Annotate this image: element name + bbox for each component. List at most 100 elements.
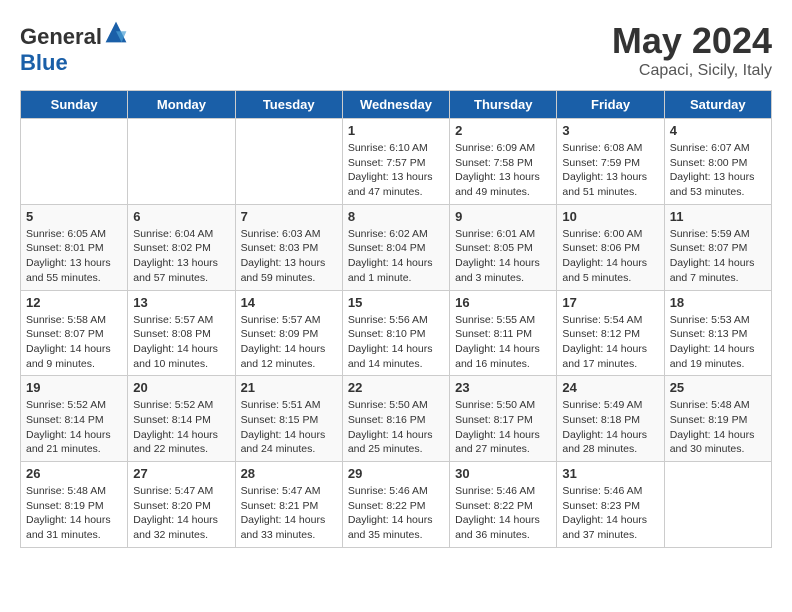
calendar-week-row: 1 Sunrise: 6:10 AMSunset: 7:57 PMDaylight… bbox=[21, 119, 772, 205]
calendar-week-row: 12Sunrise: 5:58 AMSunset: 8:07 PMDayligh… bbox=[21, 290, 772, 376]
calendar-cell: 4 Sunrise: 6:07 AMSunset: 8:00 PMDaylight… bbox=[664, 119, 771, 205]
calendar-cell: 10Sunrise: 6:00 AMSunset: 8:06 PMDayligh… bbox=[557, 204, 664, 290]
calendar-week-row: 26 Sunrise: 5:48 AMSunset: 8:19 PMDayligh… bbox=[21, 462, 772, 548]
day-info: Sunrise: 5:46 AMSunset: 8:23 PMDaylight:… bbox=[562, 484, 658, 543]
day-number: 30 bbox=[455, 466, 551, 481]
calendar-cell: 3 Sunrise: 6:08 AMSunset: 7:59 PMDaylight… bbox=[557, 119, 664, 205]
day-number: 6 bbox=[133, 209, 229, 224]
day-info: Sunrise: 6:05 AMSunset: 8:01 PMDaylight:… bbox=[26, 227, 122, 286]
calendar-cell: 15 Sunrise: 5:56 AMSunset: 8:10 PMDayligh… bbox=[342, 290, 449, 376]
day-info: Sunrise: 5:59 AMSunset: 8:07 PMDaylight:… bbox=[670, 227, 766, 286]
day-info: Sunrise: 5:50 AMSunset: 8:16 PMDaylight:… bbox=[348, 398, 444, 457]
calendar-cell: 6 Sunrise: 6:04 AMSunset: 8:02 PMDaylight… bbox=[128, 204, 235, 290]
calendar-cell: 28 Sunrise: 5:47 AMSunset: 8:21 PMDayligh… bbox=[235, 462, 342, 548]
location-title: Capaci, Sicily, Italy bbox=[612, 62, 772, 80]
calendar-cell: 13 Sunrise: 5:57 AMSunset: 8:08 PMDayligh… bbox=[128, 290, 235, 376]
day-info: Sunrise: 6:08 AMSunset: 7:59 PMDaylight:… bbox=[562, 141, 658, 200]
day-number: 9 bbox=[455, 209, 551, 224]
day-info: Sunrise: 6:07 AMSunset: 8:00 PMDaylight:… bbox=[670, 141, 766, 200]
calendar-cell: 27Sunrise: 5:47 AMSunset: 8:20 PMDayligh… bbox=[128, 462, 235, 548]
calendar-cell: 24 Sunrise: 5:49 AMSunset: 8:18 PMDayligh… bbox=[557, 376, 664, 462]
day-info: Sunrise: 5:46 AMSunset: 8:22 PMDaylight:… bbox=[455, 484, 551, 543]
calendar-cell bbox=[235, 119, 342, 205]
weekday-header: Saturday bbox=[664, 91, 771, 119]
day-number: 14 bbox=[241, 295, 337, 310]
calendar-cell: 5 Sunrise: 6:05 AMSunset: 8:01 PMDaylight… bbox=[21, 204, 128, 290]
calendar-cell: 20Sunrise: 5:52 AMSunset: 8:14 PMDayligh… bbox=[128, 376, 235, 462]
day-number: 27 bbox=[133, 466, 229, 481]
day-number: 31 bbox=[562, 466, 658, 481]
day-info: Sunrise: 5:53 AMSunset: 8:13 PMDaylight:… bbox=[670, 313, 766, 372]
header: General Blue May 2024 Capaci, Sicily, It… bbox=[20, 20, 772, 80]
calendar-cell: 30 Sunrise: 5:46 AMSunset: 8:22 PMDayligh… bbox=[450, 462, 557, 548]
calendar-cell: 2Sunrise: 6:09 AMSunset: 7:58 PMDaylight… bbox=[450, 119, 557, 205]
day-number: 4 bbox=[670, 123, 766, 138]
calendar-cell: 31 Sunrise: 5:46 AMSunset: 8:23 PMDayligh… bbox=[557, 462, 664, 548]
day-info: Sunrise: 6:10 AMSunset: 7:57 PMDaylight:… bbox=[348, 141, 444, 200]
calendar-cell: 9 Sunrise: 6:01 AMSunset: 8:05 PMDaylight… bbox=[450, 204, 557, 290]
day-number: 1 bbox=[348, 123, 444, 138]
day-number: 28 bbox=[241, 466, 337, 481]
day-number: 19 bbox=[26, 380, 122, 395]
day-info: Sunrise: 5:48 AMSunset: 8:19 PMDaylight:… bbox=[26, 484, 122, 543]
day-info: Sunrise: 5:47 AMSunset: 8:21 PMDaylight:… bbox=[241, 484, 337, 543]
day-number: 21 bbox=[241, 380, 337, 395]
day-number: 20 bbox=[133, 380, 229, 395]
calendar-cell: 16Sunrise: 5:55 AMSunset: 8:11 PMDayligh… bbox=[450, 290, 557, 376]
day-number: 5 bbox=[26, 209, 122, 224]
day-number: 26 bbox=[26, 466, 122, 481]
weekday-header-row: SundayMondayTuesdayWednesdayThursdayFrid… bbox=[21, 91, 772, 119]
day-number: 13 bbox=[133, 295, 229, 310]
day-info: Sunrise: 5:49 AMSunset: 8:18 PMDaylight:… bbox=[562, 398, 658, 457]
calendar-cell: 23Sunrise: 5:50 AMSunset: 8:17 PMDayligh… bbox=[450, 376, 557, 462]
day-info: Sunrise: 6:03 AMSunset: 8:03 PMDaylight:… bbox=[241, 227, 337, 286]
calendar-cell bbox=[21, 119, 128, 205]
day-info: Sunrise: 6:01 AMSunset: 8:05 PMDaylight:… bbox=[455, 227, 551, 286]
day-info: Sunrise: 5:52 AMSunset: 8:14 PMDaylight:… bbox=[26, 398, 122, 457]
calendar-cell: 8Sunrise: 6:02 AMSunset: 8:04 PMDaylight… bbox=[342, 204, 449, 290]
day-info: Sunrise: 5:51 AMSunset: 8:15 PMDaylight:… bbox=[241, 398, 337, 457]
calendar-cell: 1 Sunrise: 6:10 AMSunset: 7:57 PMDaylight… bbox=[342, 119, 449, 205]
logo-general: General bbox=[20, 24, 102, 49]
calendar-cell: 14 Sunrise: 5:57 AMSunset: 8:09 PMDayligh… bbox=[235, 290, 342, 376]
day-number: 2 bbox=[455, 123, 551, 138]
day-number: 22 bbox=[348, 380, 444, 395]
day-number: 3 bbox=[562, 123, 658, 138]
day-number: 16 bbox=[455, 295, 551, 310]
weekday-header: Tuesday bbox=[235, 91, 342, 119]
day-number: 8 bbox=[348, 209, 444, 224]
day-info: Sunrise: 5:57 AMSunset: 8:09 PMDaylight:… bbox=[241, 313, 337, 372]
month-title: May 2024 bbox=[612, 20, 772, 62]
day-info: Sunrise: 5:56 AMSunset: 8:10 PMDaylight:… bbox=[348, 313, 444, 372]
calendar-cell: 26 Sunrise: 5:48 AMSunset: 8:19 PMDayligh… bbox=[21, 462, 128, 548]
day-number: 7 bbox=[241, 209, 337, 224]
day-number: 18 bbox=[670, 295, 766, 310]
calendar-cell: 25 Sunrise: 5:48 AMSunset: 8:19 PMDayligh… bbox=[664, 376, 771, 462]
weekday-header: Sunday bbox=[21, 91, 128, 119]
logo-icon bbox=[104, 20, 128, 44]
day-info: Sunrise: 5:58 AMSunset: 8:07 PMDaylight:… bbox=[26, 313, 122, 372]
calendar-week-row: 19 Sunrise: 5:52 AMSunset: 8:14 PMDayligh… bbox=[21, 376, 772, 462]
day-number: 25 bbox=[670, 380, 766, 395]
day-number: 23 bbox=[455, 380, 551, 395]
weekday-header: Friday bbox=[557, 91, 664, 119]
logo: General Blue bbox=[20, 20, 128, 76]
calendar-cell: 11Sunrise: 5:59 AMSunset: 8:07 PMDayligh… bbox=[664, 204, 771, 290]
calendar-cell: 7 Sunrise: 6:03 AMSunset: 8:03 PMDaylight… bbox=[235, 204, 342, 290]
day-info: Sunrise: 6:04 AMSunset: 8:02 PMDaylight:… bbox=[133, 227, 229, 286]
calendar-cell bbox=[664, 462, 771, 548]
logo-blue: Blue bbox=[20, 50, 68, 75]
calendar-table: SundayMondayTuesdayWednesdayThursdayFrid… bbox=[20, 90, 772, 548]
day-number: 17 bbox=[562, 295, 658, 310]
day-info: Sunrise: 5:46 AMSunset: 8:22 PMDaylight:… bbox=[348, 484, 444, 543]
weekday-header: Thursday bbox=[450, 91, 557, 119]
day-number: 15 bbox=[348, 295, 444, 310]
day-info: Sunrise: 5:48 AMSunset: 8:19 PMDaylight:… bbox=[670, 398, 766, 457]
calendar-cell: 22 Sunrise: 5:50 AMSunset: 8:16 PMDayligh… bbox=[342, 376, 449, 462]
logo-content: General Blue bbox=[20, 20, 128, 76]
calendar-cell: 19 Sunrise: 5:52 AMSunset: 8:14 PMDayligh… bbox=[21, 376, 128, 462]
day-info: Sunrise: 5:54 AMSunset: 8:12 PMDaylight:… bbox=[562, 313, 658, 372]
day-info: Sunrise: 5:57 AMSunset: 8:08 PMDaylight:… bbox=[133, 313, 229, 372]
day-number: 24 bbox=[562, 380, 658, 395]
calendar-cell: 17 Sunrise: 5:54 AMSunset: 8:12 PMDayligh… bbox=[557, 290, 664, 376]
